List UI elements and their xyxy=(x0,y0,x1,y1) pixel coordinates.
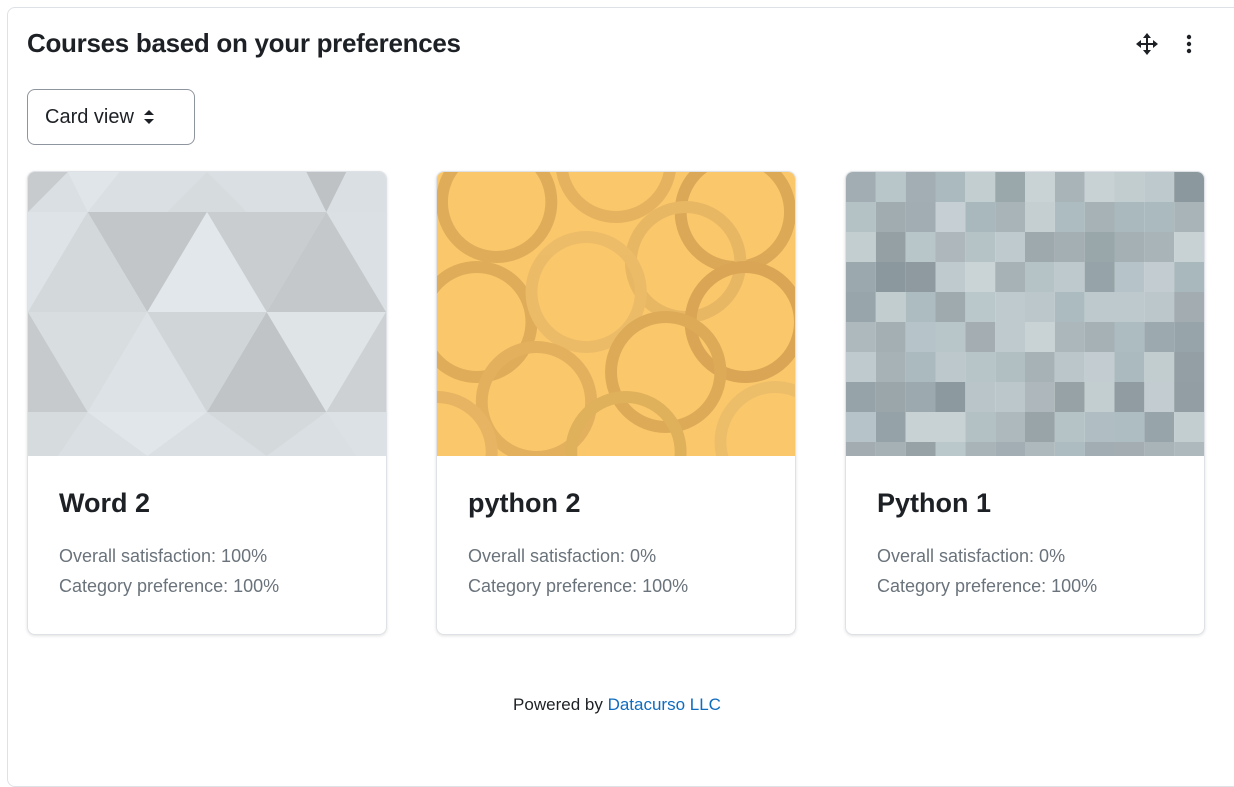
course-cards: Word 2 Overall satisfaction: 100% Catego… xyxy=(27,171,1205,635)
footer-prefix: Powered by xyxy=(513,695,603,714)
course-title[interactable]: python 2 xyxy=(468,488,764,519)
satisfaction-text: Overall satisfaction: 0% xyxy=(468,546,657,566)
card-body: Python 1 Overall satisfaction: 0% Catego… xyxy=(846,456,1204,601)
block-title: Courses based on your preferences xyxy=(27,28,461,58)
vertical-ellipsis-icon[interactable] xyxy=(1177,32,1201,56)
course-title[interactable]: Python 1 xyxy=(877,488,1173,519)
preference-text: Category preference: 100% xyxy=(59,576,280,596)
card-body: Word 2 Overall satisfaction: 100% Catego… xyxy=(28,456,386,601)
block-controls xyxy=(1135,32,1201,56)
view-select-value: Card view xyxy=(45,105,134,128)
move-arrows-icon[interactable] xyxy=(1135,32,1159,56)
card-body: python 2 Overall satisfaction: 0% Catego… xyxy=(437,456,795,601)
course-image xyxy=(437,172,795,456)
course-title[interactable]: Word 2 xyxy=(59,488,355,519)
course-card-python-2[interactable]: python 2 Overall satisfaction: 0% Catego… xyxy=(436,171,796,635)
sort-caret-icon xyxy=(143,110,154,124)
course-image xyxy=(846,172,1204,456)
course-image xyxy=(28,172,386,456)
course-card-word-2[interactable]: Word 2 Overall satisfaction: 100% Catego… xyxy=(27,171,387,635)
satisfaction-text: Overall satisfaction: 0% xyxy=(877,546,1066,566)
preference-text: Category preference: 100% xyxy=(468,576,689,596)
satisfaction-text: Overall satisfaction: 100% xyxy=(59,546,268,566)
footer: Powered by Datacurso LLC xyxy=(0,695,1234,715)
course-card-python-1[interactable]: Python 1 Overall satisfaction: 0% Catego… xyxy=(845,171,1205,635)
view-select[interactable]: Card view xyxy=(27,89,195,145)
datacurso-link[interactable]: Datacurso LLC xyxy=(608,695,721,714)
preference-text: Category preference: 100% xyxy=(877,576,1098,596)
